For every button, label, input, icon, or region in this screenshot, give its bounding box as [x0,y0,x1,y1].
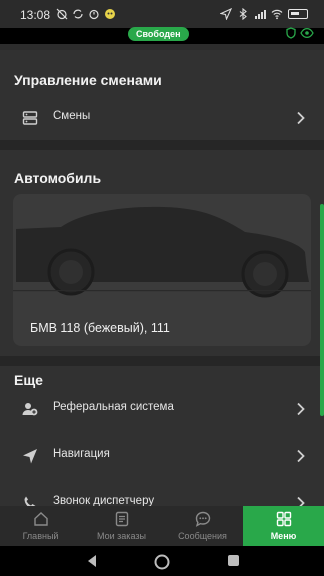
alarm-off-icon [56,8,68,20]
back-icon[interactable] [86,554,98,568]
tab-menu[interactable]: Меню [243,506,324,546]
menu-item-call-dispatcher[interactable]: Звонок диспетчеру [0,483,324,506]
tab-label: Мои заказы [97,531,146,541]
chevron-right-icon [297,449,305,463]
timer-icon [89,9,99,20]
more-section: Еще Реферальная система Навигация Звонок… [0,366,324,506]
location-arrow-icon [220,8,232,20]
tab-my-orders[interactable]: Мои заказы [81,506,162,546]
shield-icon[interactable] [284,26,298,40]
tab-label: Главный [22,531,59,541]
sync-icon [73,9,83,19]
menu-content[interactable]: Управление сменами Смены Автомобиль БМВ … [0,44,324,506]
wifi-icon [271,9,283,20]
bottom-tab-bar: Главный Мои заказы Сообщения Меню [0,506,324,546]
chevron-right-icon [297,111,305,125]
menu-item-label: Звонок диспетчеру [53,495,155,506]
eye-icon[interactable] [300,26,314,40]
tab-messages[interactable]: Сообщения [162,506,243,546]
status-right-icons [220,8,308,20]
menu-item-label: Навигация [53,448,110,460]
car-name: БМВ 118 (бежевый), 111 [30,321,170,335]
bluetooth-icon [239,8,247,20]
grid-icon [276,511,292,527]
navigation-arrow-icon [23,449,37,464]
chat-icon [195,511,211,527]
menu-item-shifts[interactable]: Смены [0,98,324,138]
home-icon [34,512,48,526]
status-bar: 13:08 [0,0,324,28]
battery-icon [288,9,308,19]
orders-icon [115,511,129,527]
section-title-shifts: Управление сменами [14,72,162,88]
scroll-indicator[interactable] [320,204,324,416]
recents-icon[interactable] [227,554,240,567]
phone-icon [24,496,36,506]
signal-icon [255,10,266,19]
status-time: 13:08 [20,8,51,22]
shifts-section: Управление сменами Смены [0,50,324,140]
menu-item-navigation[interactable]: Навигация [0,436,324,476]
add-person-icon [22,403,38,416]
chevron-right-icon [297,402,305,416]
app-notification-icon [105,9,115,19]
driver-status-badge[interactable]: Свободен [128,27,189,41]
system-navigation-bar [0,546,324,576]
menu-item-label: Смены [53,110,91,122]
tab-label: Меню [270,531,297,541]
car-card[interactable]: БМВ 118 (бежевый), 111 [13,194,311,346]
home-button-icon[interactable] [154,554,170,570]
menu-item-label: Реферальная система [53,401,174,413]
section-title-car: Автомобиль [14,170,102,186]
status-left-icons [56,8,116,20]
chevron-right-icon [297,496,305,506]
tab-label: Сообщения [178,531,227,541]
menu-item-referral[interactable]: Реферальная система [0,389,324,429]
tab-home[interactable]: Главный [0,506,81,546]
section-divider [0,140,324,150]
server-stack-icon [22,111,38,125]
section-divider [0,356,324,366]
section-title-more: Еще [14,372,43,388]
